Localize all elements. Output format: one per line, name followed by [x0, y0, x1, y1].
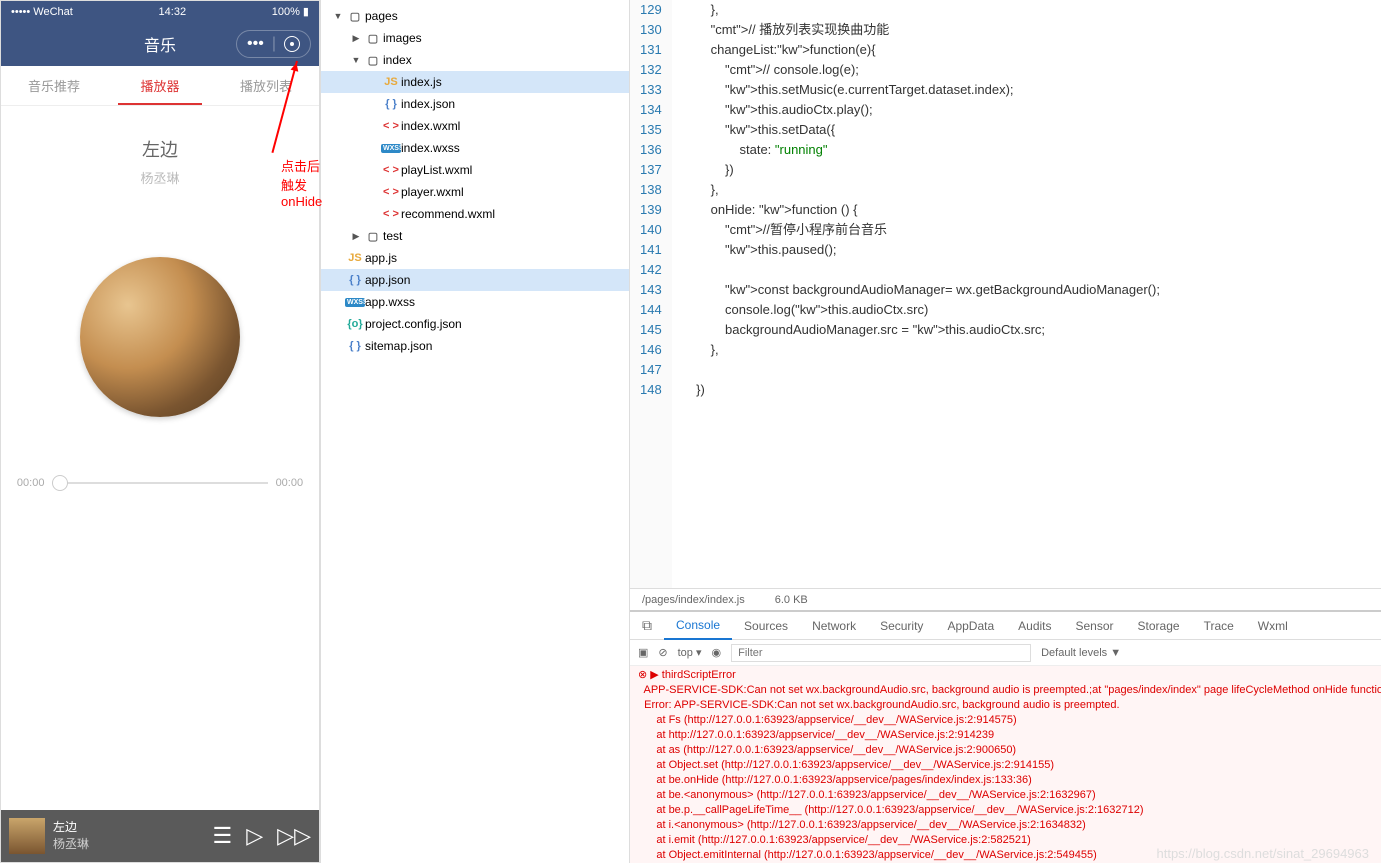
- tree-item-index-json[interactable]: { }index.json: [321, 93, 629, 115]
- console-line: at be.onHide (http://127.0.0.1:63923/app…: [638, 773, 1373, 788]
- eye-icon[interactable]: ◉: [712, 646, 722, 659]
- tree-item-index-js[interactable]: JSindex.js: [321, 71, 629, 93]
- tree-item-pages[interactable]: ▼▢pages: [321, 5, 629, 27]
- file-explorer[interactable]: ▼▢pages▶▢images▼▢indexJSindex.js{ }index…: [320, 0, 630, 863]
- tree-item-sitemap-json[interactable]: { }sitemap.json: [321, 335, 629, 357]
- tree-item-app-wxss[interactable]: WXSSapp.wxss: [321, 291, 629, 313]
- console-line: at Fs (http://127.0.0.1:63923/appservice…: [638, 713, 1373, 728]
- line-gutter: 1291301311321331341351361371381391401411…: [630, 0, 672, 588]
- close-miniprogram-icon[interactable]: [284, 36, 300, 52]
- player-area: 左边 杨丞琳 00:00 00:00: [1, 106, 319, 810]
- tree-item-app-json[interactable]: { }app.json: [321, 269, 629, 291]
- console-line: Error: APP-SERVICE-SDK:Can not set wx.ba…: [638, 698, 1373, 713]
- tree-item-images[interactable]: ▶▢images: [321, 27, 629, 49]
- devtools-tab-sources[interactable]: Sources: [732, 613, 800, 639]
- playlist-icon[interactable]: ☰: [213, 823, 233, 849]
- devtools-tabs: ⧉ ConsoleSourcesNetworkSecurityAppDataAu…: [630, 612, 1381, 640]
- devtools-tab-appdata[interactable]: AppData: [935, 613, 1006, 639]
- file-path: /pages/index/index.js: [642, 594, 745, 606]
- editor-statusbar: /pages/index/index.js 6.0 KB: [630, 588, 1381, 610]
- watermark: https://blog.csdn.net/sinat_29694963: [1157, 846, 1370, 861]
- song-artist: 杨丞琳: [140, 168, 179, 187]
- nav-bar: 音乐 ••• |: [1, 22, 319, 66]
- tab-playlist[interactable]: 播放列表: [213, 66, 319, 105]
- next-icon[interactable]: ▷▷: [277, 823, 311, 849]
- console-output[interactable]: ⊗ ▶ thirdScriptError APP-SERVICE-SDK:Can…: [630, 666, 1381, 863]
- console-line: at be.<anonymous> (http://127.0.0.1:6392…: [638, 788, 1373, 803]
- inspect-icon[interactable]: ⧉: [630, 611, 664, 640]
- mini-thumb[interactable]: [9, 818, 45, 854]
- tree-item-playList-wxml[interactable]: < >playList.wxml: [321, 159, 629, 181]
- progress-bar[interactable]: 00:00 00:00: [17, 477, 303, 489]
- progress-track[interactable]: [52, 482, 267, 484]
- devtools-panel: ⧉ ConsoleSourcesNetworkSecurityAppDataAu…: [630, 610, 1381, 863]
- song-title: 左边: [142, 136, 178, 162]
- console-line: at i.<anonymous> (http://127.0.0.1:63923…: [638, 818, 1373, 833]
- filter-input[interactable]: [731, 644, 1031, 662]
- right-panel: 1291301311321331341351361371381391401411…: [630, 0, 1381, 863]
- tree-item-index-wxml[interactable]: < >index.wxml: [321, 115, 629, 137]
- time-label: 14:32: [159, 6, 187, 18]
- tab-recommend[interactable]: 音乐推荐: [1, 66, 107, 105]
- mini-title: 左边: [53, 819, 205, 836]
- devtools-tab-wxml[interactable]: Wxml: [1246, 613, 1300, 639]
- devtools-tab-sensor[interactable]: Sensor: [1064, 613, 1126, 639]
- context-select[interactable]: top ▾: [678, 646, 702, 659]
- devtools-tab-security[interactable]: Security: [868, 613, 935, 639]
- file-size: 6.0 KB: [775, 594, 808, 606]
- annotation-text: 点击后触发 onHide: [281, 156, 322, 209]
- tree-item-test[interactable]: ▶▢test: [321, 225, 629, 247]
- console-line: ⊗ ▶ thirdScriptError: [638, 668, 1373, 683]
- console-line: at Object.set (http://127.0.0.1:63923/ap…: [638, 758, 1373, 773]
- tree-item-project-config-json[interactable]: {o}project.config.json: [321, 313, 629, 335]
- tree-item-index[interactable]: ▼▢index: [321, 49, 629, 71]
- mini-text: 左边 杨丞琳: [53, 819, 205, 853]
- status-bar: ••••• WeChat 14:32 100% ▮: [1, 1, 319, 22]
- tree-item-app-js[interactable]: JSapp.js: [321, 247, 629, 269]
- levels-select[interactable]: Default levels ▼: [1041, 647, 1121, 659]
- tab-player[interactable]: 播放器: [107, 66, 213, 105]
- code-editor[interactable]: 1291301311321331341351361371381391401411…: [630, 0, 1381, 588]
- console-line: at as (http://127.0.0.1:63923/appservice…: [638, 743, 1373, 758]
- clear-console-icon[interactable]: ⊘: [658, 646, 667, 659]
- devtools-tab-trace[interactable]: Trace: [1192, 613, 1246, 639]
- play-icon[interactable]: ▷: [246, 823, 263, 849]
- console-line: APP-SERVICE-SDK:Can not set wx.backgroun…: [638, 683, 1373, 698]
- more-icon[interactable]: •••: [247, 35, 264, 53]
- capsule-buttons[interactable]: ••• |: [236, 30, 311, 58]
- devtools-tab-console[interactable]: Console: [664, 612, 732, 640]
- carrier-label: ••••• WeChat: [11, 6, 73, 18]
- mini-player: 左边 杨丞琳 ☰ ▷ ▷▷: [1, 810, 319, 862]
- console-line: at be.p.__callPageLifeTime__ (http://127…: [638, 803, 1373, 818]
- battery-label: 100% ▮: [272, 5, 309, 18]
- console-toolbar: ▣ ⊘ top ▾ ◉ Default levels ▼: [630, 640, 1381, 666]
- time-current: 00:00: [17, 477, 45, 489]
- devtools-tab-audits[interactable]: Audits: [1006, 613, 1063, 639]
- toggle-sidebar-icon[interactable]: ▣: [638, 646, 648, 659]
- mini-artist: 杨丞琳: [53, 836, 205, 853]
- tree-item-index-wxss[interactable]: WXSSindex.wxss: [321, 137, 629, 159]
- music-tabs: 音乐推荐 播放器 播放列表: [1, 66, 319, 106]
- console-line: at http://127.0.0.1:63923/appservice/__d…: [638, 728, 1373, 743]
- album-cover[interactable]: [80, 257, 240, 417]
- tree-item-player-wxml[interactable]: < >player.wxml: [321, 181, 629, 203]
- tree-item-recommend-wxml[interactable]: < >recommend.wxml: [321, 203, 629, 225]
- time-total: 00:00: [276, 477, 304, 489]
- page-title: 音乐: [144, 32, 176, 56]
- devtools-tab-storage[interactable]: Storage: [1126, 613, 1192, 639]
- simulator-panel: ••••• WeChat 14:32 100% ▮ 音乐 ••• | 音乐推荐 …: [0, 0, 320, 863]
- code-content[interactable]: }, "cmt">// 播放列表实现换曲功能 changeList:"kw">f…: [672, 0, 1170, 588]
- devtools-tab-network[interactable]: Network: [800, 613, 868, 639]
